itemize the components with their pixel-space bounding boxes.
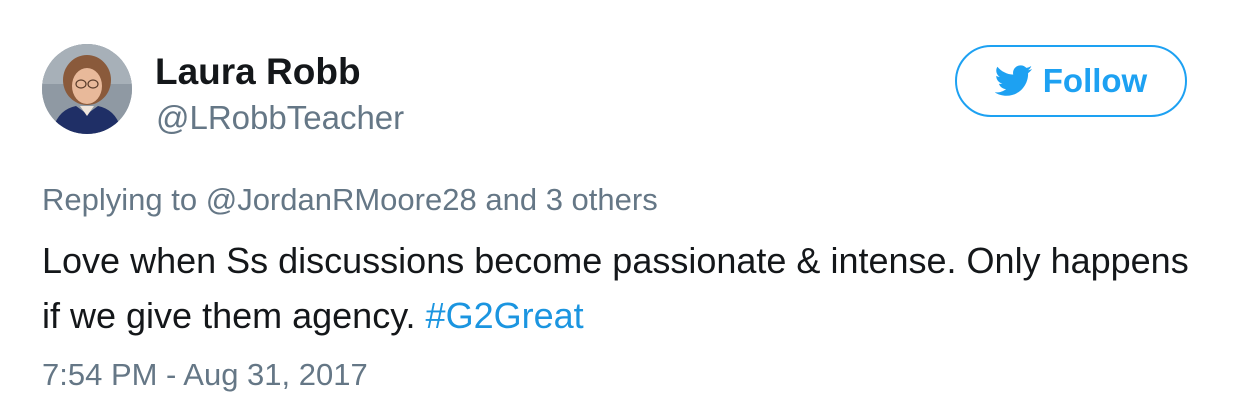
follow-button[interactable]: Follow [955,45,1187,117]
reply-prefix: Replying to [42,182,198,217]
reply-others-link[interactable]: 3 others [546,182,658,217]
avatar-photo-icon [42,44,132,134]
reply-context: Replying to @JordanRMoore28 and 3 others [42,180,658,220]
tweet-timestamp[interactable]: 7:54 PM - Aug 31, 2017 [42,355,368,395]
hashtag-link[interactable]: #G2Great [426,295,584,336]
user-handle[interactable]: @LRobbTeacher [156,98,404,138]
reply-connector: and [485,182,538,217]
twitter-bird-icon [994,65,1033,96]
tweet-body: Love when Ss discussions become passiona… [42,240,1189,336]
reply-mention-link[interactable]: @JordanRMoore28 [206,182,477,217]
follow-label: Follow [1042,62,1148,99]
display-name[interactable]: Laura Robb [155,50,361,94]
tweet-text: Love when Ss discussions become passiona… [42,233,1202,343]
avatar[interactable] [42,44,132,134]
tweet-card: Laura Robb @LRobbTeacher Follow Replying… [0,0,1236,412]
